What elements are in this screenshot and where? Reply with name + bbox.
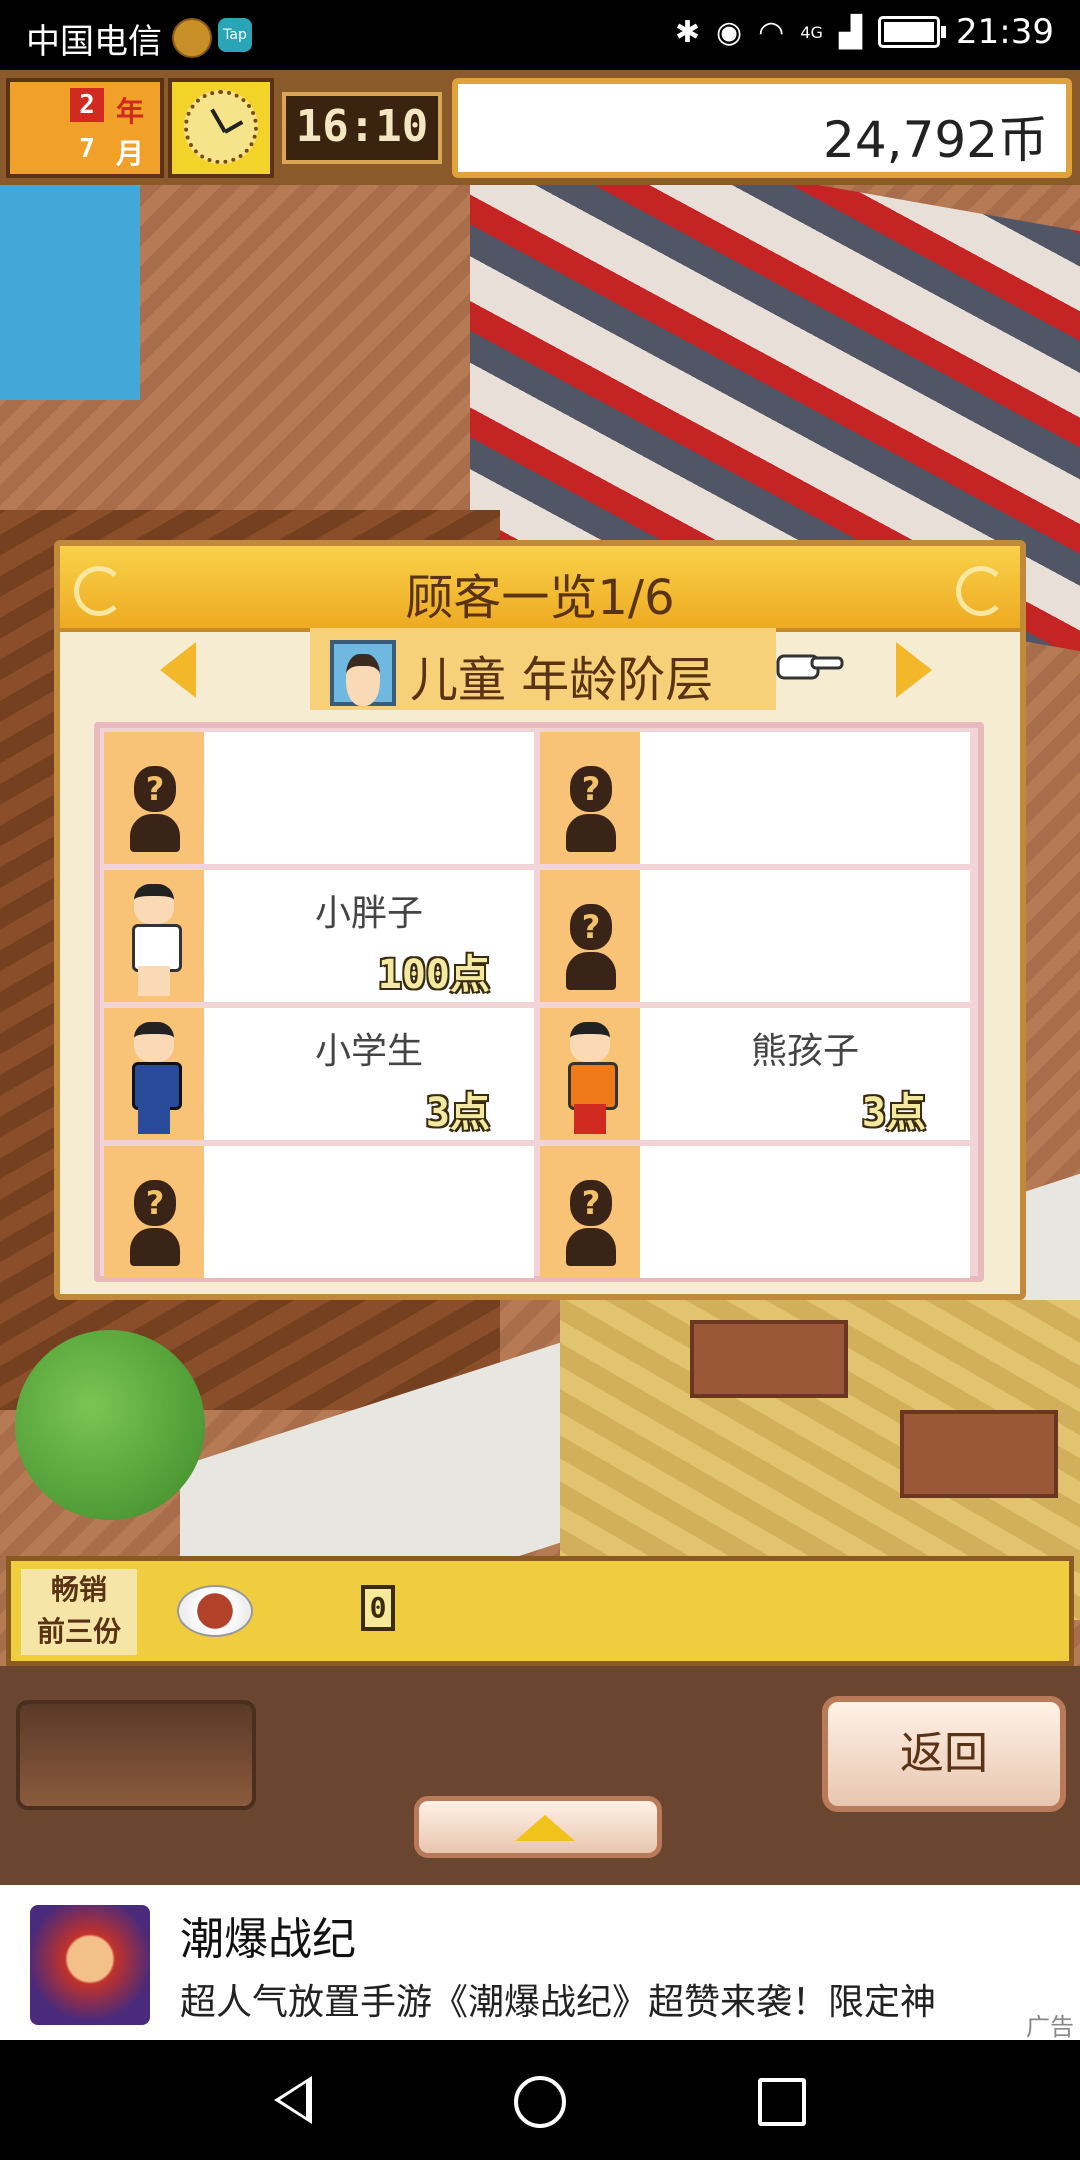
ad-title[interactable]: 潮爆战纪 bbox=[180, 1903, 356, 1967]
wifi-icon: ◠ bbox=[758, 14, 785, 50]
status-bar: 中国电信 Tap ✱ ◉ ◠ 4G ▟ 21:39 bbox=[0, 0, 1080, 70]
customer-name: 小学生 bbox=[314, 1031, 423, 1072]
money-value: 24,792币 bbox=[823, 111, 1048, 169]
customer-cell[interactable]: 小学生 3点 bbox=[104, 1008, 534, 1140]
clock-time: 21:39 bbox=[956, 12, 1054, 52]
ad-banner[interactable]: 潮爆战纪 超人气放置手游《潮爆战纪》超赞来袭！限定神 广告 bbox=[0, 1885, 1080, 2041]
portrait bbox=[104, 870, 204, 1002]
dish-icon bbox=[177, 1585, 253, 1637]
coin-notification-icon bbox=[172, 18, 212, 58]
customer-cell[interactable]: ? bbox=[104, 732, 534, 864]
portrait: ? bbox=[540, 1146, 640, 1278]
portrait: ? bbox=[540, 870, 640, 1002]
ad-game-icon[interactable] bbox=[30, 1905, 150, 2025]
pointing-hand-icon bbox=[776, 654, 844, 680]
customer-cell[interactable]: 熊孩子 3点 bbox=[540, 1008, 970, 1140]
unknown-customer-icon: ? bbox=[566, 904, 616, 990]
ad-description[interactable]: 超人气放置手游《潮爆战纪》超赞来袭！限定神 bbox=[180, 1973, 1000, 2025]
nav-home-icon[interactable] bbox=[514, 2076, 566, 2128]
prev-category-button[interactable] bbox=[160, 642, 196, 698]
portrait bbox=[540, 1008, 640, 1140]
bottom-controls: 返回 bbox=[0, 1666, 1080, 1885]
bestseller-label-line2: 前三份 bbox=[36, 1615, 121, 1648]
carrier-name: 中国电信 bbox=[26, 22, 162, 62]
money-display: 24,792币 bbox=[452, 78, 1072, 178]
customer-cell[interactable]: 小胖子 100点 bbox=[104, 870, 534, 1002]
portrait bbox=[104, 1008, 204, 1140]
empty-slot bbox=[16, 1700, 256, 1810]
tap-app-icon: Tap bbox=[218, 18, 252, 52]
customer-list-dialog: 顾客一览1/6 儿童 年龄阶层 ? ? 小胖子 100点 ? 小学生 3点 熊孩… bbox=[54, 540, 1026, 1300]
customer-cell[interactable]: ? bbox=[104, 1146, 534, 1278]
bestseller-label-line1: 畅销 bbox=[50, 1573, 107, 1606]
top-hud: 2 年 7 月 16:10 24,792币 bbox=[0, 70, 1080, 185]
portrait: ? bbox=[540, 732, 640, 864]
date-display: 2 年 7 月 bbox=[6, 78, 164, 178]
customer-name: 小胖子 bbox=[314, 893, 423, 934]
customer-cell[interactable]: ? bbox=[540, 870, 970, 1002]
category-label: 儿童 年龄阶层 bbox=[410, 652, 714, 708]
customer-name: 熊孩子 bbox=[750, 1031, 859, 1072]
ad-tag: 广告 bbox=[1026, 2013, 1074, 2041]
dining-table bbox=[900, 1410, 1058, 1498]
customer-cell[interactable]: ? bbox=[540, 732, 970, 864]
bestseller-count: 0 bbox=[361, 1585, 395, 1631]
signal-icon: ▟ bbox=[838, 14, 863, 50]
student-sprite-icon bbox=[124, 1022, 184, 1136]
nav-back-icon[interactable] bbox=[274, 2076, 312, 2124]
unknown-customer-icon: ? bbox=[566, 1180, 616, 1266]
month-label: 月 bbox=[116, 137, 145, 170]
customer-points: 100点 bbox=[377, 952, 490, 998]
up-arrow-icon bbox=[515, 1815, 575, 1841]
bluetooth-icon: ✱ bbox=[674, 14, 700, 50]
dining-table bbox=[690, 1320, 848, 1398]
nav-recent-apps-icon[interactable] bbox=[758, 2078, 806, 2126]
network-type: 4G bbox=[800, 22, 823, 42]
unknown-customer-icon: ? bbox=[130, 766, 180, 852]
category-bar: 儿童 年龄阶层 bbox=[310, 628, 776, 710]
unknown-customer-icon: ? bbox=[130, 1180, 180, 1266]
customer-points: 3点 bbox=[425, 1090, 490, 1136]
year-label: 年 bbox=[116, 95, 145, 128]
customer-grid: ? ? 小胖子 100点 ? 小学生 3点 熊孩子 3点 ? ? bbox=[94, 722, 984, 1282]
unknown-customer-icon: ? bbox=[566, 766, 616, 852]
expand-menu-button[interactable] bbox=[414, 1796, 662, 1858]
naughty-kid-sprite-icon bbox=[560, 1022, 620, 1136]
battery-icon bbox=[878, 16, 947, 48]
portrait: ? bbox=[104, 1146, 204, 1278]
swirl-ornament-icon bbox=[956, 566, 1006, 616]
year-number: 2 bbox=[70, 88, 104, 122]
game-time: 16:10 bbox=[282, 92, 442, 164]
customer-points: 3点 bbox=[861, 1090, 926, 1136]
chubby-kid-sprite-icon bbox=[124, 884, 184, 998]
dialog-title: 顾客一览1/6 bbox=[405, 570, 675, 626]
child-avatar-icon bbox=[330, 640, 396, 706]
tree bbox=[15, 1330, 205, 1520]
eye-icon: ◉ bbox=[715, 14, 743, 50]
clock-icon bbox=[168, 78, 274, 178]
customer-cell[interactable]: ? bbox=[540, 1146, 970, 1278]
month-number: 7 bbox=[70, 132, 104, 166]
portrait: ? bbox=[104, 732, 204, 864]
next-category-button[interactable] bbox=[896, 642, 932, 698]
bestseller-bar: 畅销 前三份 0 bbox=[6, 1556, 1074, 1666]
back-button[interactable]: 返回 bbox=[822, 1696, 1066, 1812]
dialog-header: 顾客一览1/6 bbox=[60, 546, 1020, 632]
navigation-bar bbox=[0, 2040, 1080, 2160]
bestseller-label: 畅销 前三份 bbox=[21, 1569, 137, 1655]
water-area bbox=[0, 180, 140, 400]
